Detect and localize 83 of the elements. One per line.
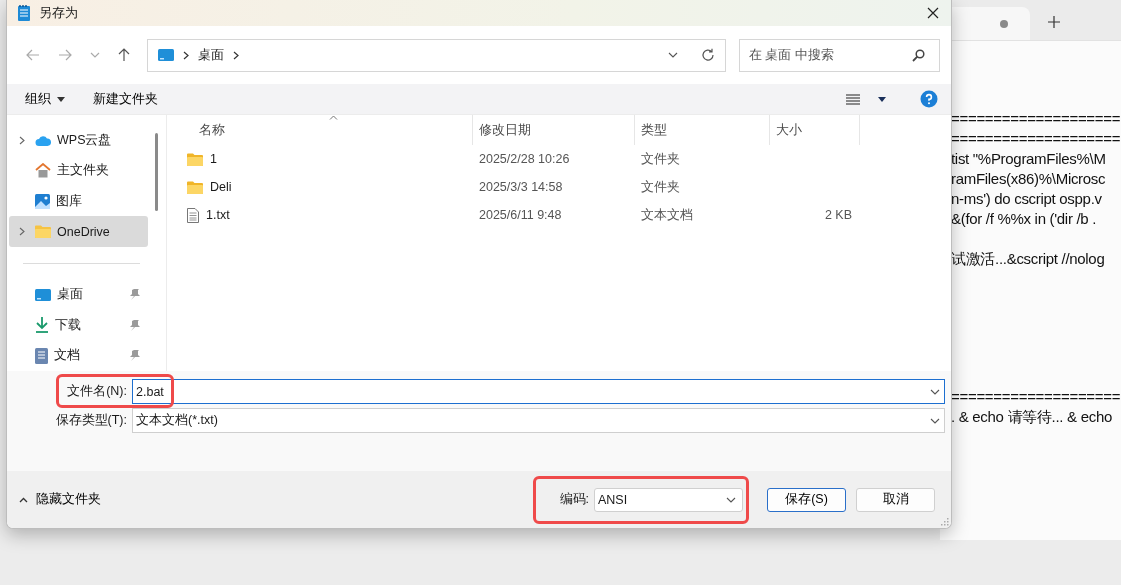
folder-icon: [187, 180, 203, 194]
code-line: tist "%ProgramFiles%\M: [951, 149, 1107, 169]
folder-icon: [187, 152, 203, 166]
encoding-select[interactable]: ANSI: [594, 487, 743, 512]
column-header[interactable]: 类型: [635, 115, 770, 145]
nav-item[interactable]: 图库: [9, 185, 148, 217]
chevron-right-icon[interactable]: [233, 50, 239, 60]
chevron-down-icon[interactable]: [668, 52, 678, 58]
modified-date: 2025/3/3 14:58: [479, 180, 563, 194]
caret-icon: [57, 96, 65, 102]
column-header[interactable]: 名称: [167, 115, 473, 145]
chevron-down-icon: [930, 417, 940, 424]
nav-item[interactable]: 下载: [9, 310, 148, 341]
pin-icon[interactable]: [130, 319, 140, 331]
chevron-up-icon: [19, 496, 28, 503]
nav-item[interactable]: 文档: [9, 340, 148, 371]
pin-icon[interactable]: [130, 350, 140, 362]
cancel-button[interactable]: 取消: [856, 487, 935, 512]
code-line: &(for /f %%x in ('dir /b .: [951, 209, 1098, 229]
cloud-icon: [35, 134, 51, 146]
encoding-label: 编码:: [559, 491, 589, 508]
new-tab-icon[interactable]: [1048, 16, 1060, 28]
chevron-down-icon: [726, 496, 736, 503]
chevron-right-icon: [183, 50, 189, 60]
folder-icon: [35, 225, 51, 239]
document-icon: [35, 347, 48, 364]
forward-arrow-icon[interactable]: [58, 49, 72, 61]
chevron-down-icon[interactable]: [930, 388, 940, 395]
refresh-icon[interactable]: [701, 48, 715, 62]
file-name-label: 文件名(N):: [66, 383, 128, 400]
code-line: ramFiles(x86)%\Microsc: [951, 169, 1107, 189]
address-bar[interactable]: 桌面: [147, 38, 726, 72]
file-name[interactable]: 1: [210, 152, 217, 166]
search-icon: [912, 48, 925, 62]
file-type: 文本文档: [641, 206, 693, 224]
window-title: 另存为: [39, 4, 79, 22]
code-line: ====================: [951, 109, 1121, 129]
file-name[interactable]: 1.txt: [206, 208, 230, 222]
home-icon: [35, 163, 51, 179]
file-type-select[interactable]: 文本文档(*.txt): [132, 408, 945, 433]
nav-item[interactable]: WPS云盘: [9, 125, 148, 156]
chevron-right-icon[interactable]: [19, 135, 25, 145]
modified-date: 2025/2/28 10:26: [479, 152, 570, 166]
pin-icon[interactable]: [130, 289, 140, 301]
column-header[interactable]: 修改日期: [473, 115, 635, 145]
file-type: 文件夹: [641, 178, 680, 196]
code-line: . & echo 请等待... & echo: [951, 407, 1113, 427]
modified-date: 2025/6/11 9:48: [479, 208, 562, 222]
scrollbar-thumb[interactable]: [155, 133, 158, 211]
text-file-icon: [187, 207, 199, 223]
column-header[interactable]: 大小: [770, 115, 860, 145]
file-name-field[interactable]: 2.bat: [132, 379, 945, 404]
sort-caret-icon: [329, 115, 338, 120]
up-arrow-icon[interactable]: [118, 48, 130, 62]
file-type: 文件夹: [641, 150, 680, 168]
code-line: 试激活...&cscript //nolog: [951, 249, 1106, 269]
nav-item[interactable]: 主文件夹: [9, 155, 148, 186]
search-field[interactable]: 在 桌面 中搜索: [739, 38, 940, 72]
file-type-label: 保存类型(T):: [54, 412, 128, 429]
download-arrow-icon: [35, 317, 49, 334]
code-line: ====================: [951, 129, 1121, 149]
organize-button[interactable]: 组织: [23, 86, 67, 112]
code-line: n-ms') do cscript ospp.v: [951, 189, 1103, 209]
help-icon[interactable]: [920, 90, 938, 108]
breadcrumb[interactable]: 桌面: [198, 46, 224, 64]
nav-item[interactable]: 桌面: [9, 279, 148, 311]
code-line: ====================: [951, 387, 1121, 407]
caret-icon[interactable]: [878, 96, 886, 102]
file-name[interactable]: Deli: [210, 180, 232, 194]
unsaved-dot-icon: [1000, 19, 1008, 28]
resize-grip-icon[interactable]: [940, 517, 949, 526]
back-arrow-icon[interactable]: [26, 49, 40, 61]
picture-icon: [35, 193, 50, 209]
nav-item[interactable]: OneDrive: [9, 216, 148, 247]
list-view-icon[interactable]: [846, 93, 860, 105]
file-size: 2 KB: [824, 208, 852, 222]
close-icon[interactable]: [927, 7, 939, 19]
notepad-icon: [17, 4, 31, 22]
new-folder-button[interactable]: 新建文件夹: [91, 86, 160, 112]
hide-folders-button[interactable]: 隐藏文件夹: [19, 487, 101, 512]
desktop-icon: [35, 288, 51, 301]
desktop-icon: [158, 49, 174, 61]
save-button[interactable]: 保存(S): [767, 487, 846, 512]
